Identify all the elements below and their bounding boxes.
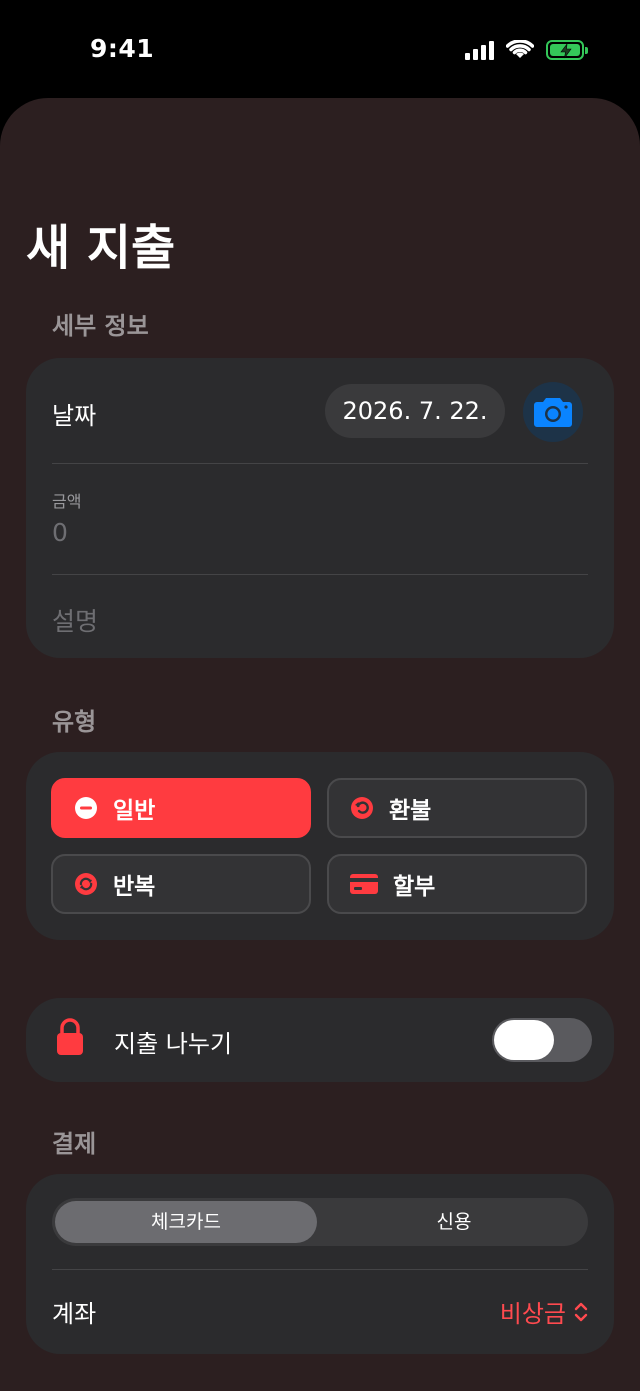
chevron-up-down-icon <box>574 1302 588 1321</box>
status-icons <box>465 40 588 60</box>
type-installment-button[interactable]: 할부 <box>327 854 587 914</box>
payment-card: 체크카드 신용 계좌 비상금 <box>26 1174 614 1354</box>
minus-circle-icon <box>73 795 99 821</box>
segment-credit[interactable]: 신용 <box>323 1201 585 1243</box>
type-installment-label: 할부 <box>393 874 436 900</box>
divider <box>52 463 588 464</box>
split-expense-label: 지출 나누기 <box>114 1030 233 1058</box>
details-section-header: 세부 정보 <box>52 312 149 340</box>
description-input[interactable]: 설명 <box>52 602 98 638</box>
type-refund-button[interactable]: 환불 <box>327 778 587 838</box>
split-expense-card: 지출 나누기 <box>26 998 614 1082</box>
status-time: 9:41 <box>90 34 155 63</box>
payment-section-header: 결제 <box>52 1130 97 1158</box>
type-refund-label: 환불 <box>389 798 432 824</box>
wifi-icon <box>506 40 534 58</box>
divider <box>52 1269 588 1270</box>
divider <box>52 574 588 575</box>
credit-card-icon <box>349 871 379 897</box>
account-picker[interactable]: 비상금 <box>500 1294 588 1329</box>
type-general-button[interactable]: 일반 <box>51 778 311 838</box>
payment-method-segmented-control: 체크카드 신용 <box>52 1198 588 1246</box>
repeat-icon <box>73 871 99 897</box>
lock-icon <box>57 1018 83 1055</box>
account-value: 비상금 <box>499 1300 566 1328</box>
status-bar: 9:41 <box>0 0 640 100</box>
split-expense-toggle[interactable] <box>492 1018 592 1062</box>
details-card: 날짜 2026. 7. 22. 금액 0 설명 <box>26 358 614 658</box>
battery-charging-icon <box>546 40 588 60</box>
camera-icon <box>534 398 572 427</box>
amount-label: 금액 <box>52 492 82 511</box>
camera-button[interactable] <box>523 382 583 442</box>
toggle-knob <box>494 1020 554 1060</box>
type-card: 일반 환불 반복 할부 <box>26 752 614 940</box>
cellular-signal-icon <box>465 40 494 60</box>
date-label: 날짜 <box>52 402 97 430</box>
refund-arrow-icon <box>349 795 375 821</box>
type-recurring-button[interactable]: 반복 <box>51 854 311 914</box>
account-label: 계좌 <box>52 1300 97 1328</box>
type-section-header: 유형 <box>52 708 97 736</box>
segment-debit-card[interactable]: 체크카드 <box>55 1201 317 1243</box>
date-picker[interactable]: 2026. 7. 22. <box>325 384 505 438</box>
type-general-label: 일반 <box>113 798 156 824</box>
amount-input[interactable]: 0 <box>52 518 68 547</box>
type-recurring-label: 반복 <box>113 874 156 900</box>
page-title: 새 지출 <box>26 220 176 276</box>
